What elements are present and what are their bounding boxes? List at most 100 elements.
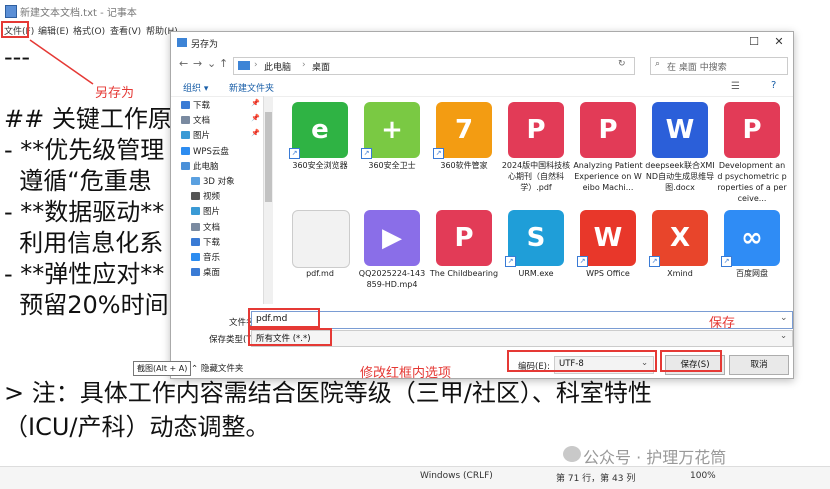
file-name: deepseek联合XMIND自动生成思维导图.docx [645,161,715,192]
hide-folders-label: 隐藏文件夹 [200,364,244,374]
cancel-button[interactable]: 取消 [729,355,789,375]
file-item[interactable]: P Development and psychometric properties… [717,98,787,203]
annotation-encoding-box [507,350,657,372]
sidebar-item[interactable]: 桌面 [203,266,220,278]
sidebar-item[interactable]: 此电脑 [193,160,219,172]
file-name: The Childbearing [429,269,499,278]
chevron-down-icon[interactable]: ⌄ [780,313,788,323]
file-item[interactable]: + ↗ 360安全卫士 [357,98,427,202]
file-glyph: X [669,223,691,253]
filetype-select[interactable]: 所有文件 (*.*) ⌄ [251,330,793,347]
file-glyph: e [311,115,329,145]
file-item[interactable]: P Analyzing Patient Experience on Weibo M… [573,98,643,202]
file-item[interactable]: e ↗ 360安全浏览器 [285,98,355,202]
file-item[interactable]: Wdeepseek联合XMIND自动生成思维导图.docx [645,98,715,202]
breadcrumb-this-pc[interactable]: 此电脑 [264,60,291,73]
annotation-filetype-box [248,328,332,346]
sidebar-item[interactable]: 图片 [193,129,210,141]
360-software-icon: 7 [436,102,492,158]
file-glyph: P [526,115,546,145]
file-item[interactable]: X ↗ Xmind [645,206,715,304]
pin-icon: 📌 [251,129,260,138]
video-icon: ▶ [364,210,420,266]
hide-folders-toggle[interactable]: ⌃ 隐藏文件夹 [191,362,243,374]
dialog-toolbar: 组织 ▾ 新建文件夹 ☰ ? [171,78,793,97]
file-name: pdf.md [306,269,334,278]
search-input[interactable]: ⌕ 在 桌面 中搜索 [650,57,788,75]
file-glyph: ∞ [741,223,763,253]
xmind-icon: X [652,210,708,266]
file-item[interactable]: W ↗ WPS Office [573,206,643,304]
file-name: 百度网盘 [736,269,768,278]
computer-icon [238,61,250,70]
wechat-icon [563,446,581,462]
recent-dropdown-icon[interactable]: ⌄ [207,57,216,70]
sidebar-item[interactable]: 3D 对象 [203,175,235,187]
sidebar-item-icon [181,161,190,170]
sidebar-item[interactable]: 下载 [193,99,210,111]
maximize-button[interactable]: ☐ [743,34,765,50]
shortcut-arrow-icon: ↗ [505,256,516,267]
shortcut-arrow-icon: ↗ [577,256,588,267]
sidebar-item-icon [191,207,200,216]
pdf-icon: P [724,102,780,158]
360-safe-icon: + [364,102,420,158]
file-list: e ↗ 360安全浏览器 + ↗ 360安全卫士 7 ↗ 360软件管家 P 2024版中国科技核心… [275,96,791,304]
help-icon[interactable]: ? [771,80,776,91]
sidebar-item[interactable]: 下载 [203,236,220,248]
wps-icon: W [580,210,636,266]
sidebar-item-icon [191,192,200,201]
file-item[interactable]: P 2024版中国科技核心期刊（自然科学）.pdf [501,98,571,202]
file-name: Development and psychometric properties … [717,161,787,203]
chevron-down-icon[interactable]: ⌄ [780,331,787,341]
file-item[interactable]: ∞ ↗ 百度网盘 [717,206,787,304]
sidebar-item-icon [181,116,190,125]
file-item[interactable]: S ↗ URM.exe [501,206,571,304]
refresh-icon[interactable]: ↻ [618,59,626,69]
back-arrow-icon[interactable]: ← [179,57,188,70]
file-name: Analyzing Patient Experience on Weibo Ma… [573,161,643,192]
pdf-icon: P [436,210,492,266]
file-item[interactable]: 7 ↗ 360软件管家 [429,98,499,202]
sidebar-item-icon [181,131,190,140]
up-arrow-icon[interactable]: ↑ [219,57,228,70]
file-name: URM.exe [518,269,554,278]
sidebar-item[interactable]: 图片 [203,205,220,217]
sidebar-item[interactable]: 文档 [193,114,210,126]
sidebar-item[interactable]: 音乐 [203,251,220,263]
file-name: 2024版中国科技核心期刊（自然科学）.pdf [501,161,571,192]
address-bar[interactable]: › 此电脑 › 桌面 ↻ [233,57,635,75]
pin-icon: 📌 [251,99,260,107]
file-item[interactable]: ▶ QQ2025224-143859-HD.mp4 [357,206,427,304]
breadcrumb-desktop[interactable]: 桌面 [312,60,330,73]
file-glyph: W [665,115,695,145]
breadcrumb-separator: › [302,60,306,70]
close-button[interactable]: ✕ [768,34,790,50]
forward-arrow-icon[interactable]: → [193,57,202,70]
sidebar-item[interactable]: WPS云盘 [193,145,229,157]
pdf-icon: P [508,102,564,158]
sidebar-item[interactable]: 视频 [203,190,220,202]
arrow-saveas [29,39,94,85]
sidebar-item[interactable]: 文档 [203,221,220,233]
organize-button[interactable]: 组织 ▾ [183,81,208,94]
file-glyph: + [381,115,403,145]
pin-icon: 📌 [251,114,260,123]
sidebar-scroll-thumb[interactable] [265,112,272,202]
shortcut-arrow-icon: ↗ [289,148,300,159]
navigation-pane: 下载 📌 文档 📌 图片 📌 WPS云盘 此电脑 3D 对象 视频 图片 文档 下载 音乐 桌面 [171,96,264,304]
annotation-modify-label: 修改红框内选项 [360,366,452,381]
sidebar-item-icon [191,177,200,185]
view-options-icon[interactable]: ☰ [731,81,740,92]
shortcut-arrow-icon: ↗ [433,148,444,159]
md-file-icon [292,210,350,268]
annotation-saveas-label: 另存为 [95,86,135,101]
file-glyph: S [526,223,546,253]
screenshot-tooltip: 截图(Alt + A) [133,361,192,376]
sidebar-item-icon [181,146,190,155]
chevron-up-icon: ⌃ [191,364,201,374]
word-icon: W [652,102,708,158]
file-item[interactable]: pdf.md [285,206,355,304]
new-folder-button[interactable]: 新建文件夹 [229,81,274,94]
file-item[interactable]: P The Childbearing [429,206,499,304]
